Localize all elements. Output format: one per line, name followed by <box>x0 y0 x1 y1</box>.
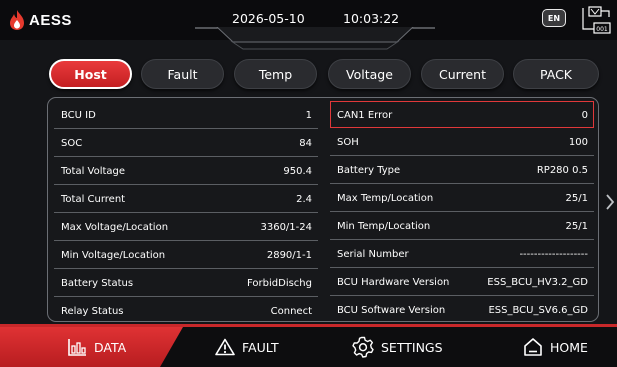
row-label: CAN1 Error <box>337 110 393 121</box>
nav-fault-label: FAULT <box>242 339 279 355</box>
right-column: CAN1 Error 0 SOH 100 Battery Type RP280 … <box>330 101 594 321</box>
device-id-label: 001 <box>596 26 608 33</box>
data-row-bcu-id: BCU ID 1 <box>54 101 318 129</box>
row-label: Relay Status <box>61 306 124 317</box>
row-value: RP280 0.5 <box>536 165 588 176</box>
row-value: 100 <box>568 137 588 148</box>
row-label: SOH <box>337 137 359 148</box>
home-icon <box>524 338 542 356</box>
row-value: 25/1 <box>565 193 588 204</box>
row-label: Serial Number <box>337 249 409 260</box>
nav-home-label: HOME <box>550 339 588 355</box>
row-label: BCU Software Version <box>337 305 446 316</box>
tab-temp[interactable]: Temp <box>234 59 317 89</box>
tab-pack[interactable]: PACK <box>513 59 599 89</box>
row-label: Total Current <box>61 194 126 205</box>
data-row-min-voltage: Min Voltage/Location 2890/1-1 <box>54 241 318 269</box>
nav-settings-button[interactable]: SETTINGS <box>352 327 443 367</box>
row-label: SOC <box>61 138 83 149</box>
data-row-battery-type: Battery Type RP280 0.5 <box>330 156 594 184</box>
device-id-icon[interactable]: 001 <box>580 5 612 35</box>
time-display: 10:03:22 <box>343 11 400 26</box>
data-row-total-voltage: Total Voltage 950.4 <box>54 157 318 185</box>
chevron-right-icon[interactable] <box>605 193 615 211</box>
data-row-software-version: BCU Software Version ESS_BCU_SV6.6_GD <box>330 296 594 321</box>
row-label: BCU Hardware Version <box>337 277 450 288</box>
row-value: ESS_BCU_SV6.6_GD <box>488 305 588 316</box>
nav-home-button[interactable]: HOME <box>523 327 588 367</box>
row-label: Battery Type <box>337 165 401 176</box>
row-label: Total Voltage <box>61 166 126 177</box>
logo-text: AESS <box>29 11 72 29</box>
left-column: BCU ID 1 SOC 84 Total Voltage 950.4 Tota… <box>54 101 318 321</box>
gear-icon <box>352 336 374 358</box>
data-row-max-temp: Max Temp/Location 25/1 <box>330 184 594 212</box>
data-row-soh: SOH 100 <box>330 128 594 156</box>
row-label: Min Temp/Location <box>337 221 431 232</box>
row-label: BCU ID <box>61 110 96 121</box>
bar-chart-icon <box>68 339 86 356</box>
row-value: 1 <box>305 110 312 121</box>
row-value: ESS_BCU_HV3.2_GD <box>487 277 588 288</box>
tab-current[interactable]: Current <box>421 59 504 89</box>
data-row-relay-status: Relay Status Connect <box>54 297 318 321</box>
row-label: Battery Status <box>61 278 134 289</box>
data-row-soc: SOC 84 <box>54 129 318 157</box>
row-value: 950.4 <box>283 166 312 177</box>
row-value: Connect <box>270 306 312 317</box>
data-row-max-voltage: Max Voltage/Location 3360/1-24 <box>54 213 318 241</box>
row-label: Max Temp/Location <box>337 193 434 204</box>
tab-voltage[interactable]: Voltage <box>328 59 411 89</box>
data-row-battery-status: Battery Status ForbidDischg <box>54 269 318 297</box>
row-value: 84 <box>299 138 312 149</box>
data-row-hardware-version: BCU Hardware Version ESS_BCU_HV3.2_GD <box>330 268 594 296</box>
flame-icon <box>10 10 24 30</box>
row-label: Min Voltage/Location <box>61 250 166 261</box>
nav-data-label: DATA <box>94 339 127 355</box>
data-row-min-temp: Min Temp/Location 25/1 <box>330 212 594 240</box>
language-button[interactable]: EN <box>542 9 566 27</box>
row-value: ------------------- <box>519 249 588 260</box>
warning-icon <box>215 338 235 356</box>
row-value: 2890/1-1 <box>266 250 312 261</box>
row-value: 25/1 <box>565 221 588 232</box>
brand-logo: AESS <box>8 9 72 31</box>
row-value: ForbidDischg <box>247 278 312 289</box>
bottom-nav: DATA FAULT SETTINGS HOME <box>0 327 617 367</box>
row-value: 2.4 <box>296 194 312 205</box>
nav-data-button[interactable]: DATA <box>67 327 126 367</box>
tab-fault[interactable]: Fault <box>141 59 224 89</box>
data-panel: BCU ID 1 SOC 84 Total Voltage 950.4 Tota… <box>47 97 599 322</box>
tab-host[interactable]: Host <box>49 59 132 89</box>
nav-settings-label: SETTINGS <box>381 339 443 355</box>
data-row-total-current: Total Current 2.4 <box>54 185 318 213</box>
header-notch <box>195 27 435 50</box>
date-display: 2026-05-10 <box>232 11 305 26</box>
row-value: 0 <box>581 110 588 121</box>
row-value: 3360/1-24 <box>260 222 312 233</box>
data-row-can1-error: CAN1 Error 0 <box>330 101 594 128</box>
nav-fault-button[interactable]: FAULT <box>215 327 279 367</box>
row-label: Max Voltage/Location <box>61 222 169 233</box>
data-row-serial-number: Serial Number ------------------- <box>330 240 594 268</box>
